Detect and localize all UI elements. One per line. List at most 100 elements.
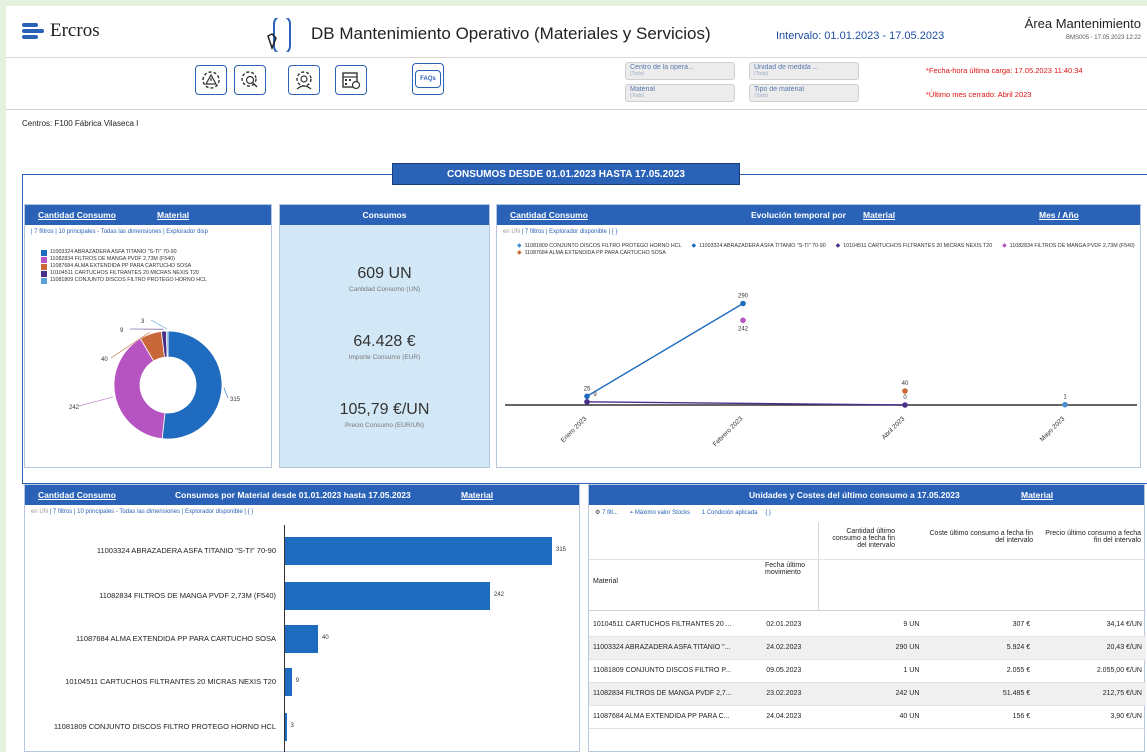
donut-leader-line xyxy=(150,319,168,330)
legend-marker: ◆ xyxy=(517,243,522,249)
bar-category-label: 10104511 CARTUCHOS FILTRANTES 20 MICRAS … xyxy=(65,677,276,686)
settings-alert-button[interactable] xyxy=(195,65,227,95)
donut-data-label: 9 xyxy=(120,328,124,334)
cell-price: 34,14 €/UN xyxy=(1034,613,1146,637)
kpi-quantity: 609 UN Cantidad Consumo (UN) xyxy=(280,265,489,293)
calendar-gear-button[interactable] xyxy=(335,65,367,95)
bar[interactable] xyxy=(284,582,490,610)
measure-link[interactable]: Cantidad Consumo xyxy=(38,210,116,220)
donut-leader-line xyxy=(223,387,229,399)
legend-item[interactable]: ◆ 10104511 CARTUCHOS FILTRANTES 20 MICRAS… xyxy=(836,243,992,250)
legend-swatch xyxy=(41,270,47,277)
table-card: Unidades y Costes del último consumo a 1… xyxy=(588,484,1146,752)
bar[interactable] xyxy=(284,625,319,653)
legend-item[interactable]: 11081809 CONJUNTO DISCOS FILTRO PROTEGO … xyxy=(41,277,207,284)
header-bar: Ercros DB Mantenimiento Operativo (Mater… xyxy=(6,6,1147,58)
logo-text: Ercros xyxy=(50,20,100,41)
x-tick-label: Abril 2023 xyxy=(881,415,907,441)
col-material[interactable]: Material xyxy=(593,578,618,585)
table-row[interactable]: 11003324 ABRAZADERA ASFA TITANIO "... 24.… xyxy=(589,636,1146,660)
legend-item[interactable]: ◆ 11081809 CONJUNTO DISCOS FILTRO PROTEGO… xyxy=(517,243,682,250)
legend-item[interactable]: 11003324 ABRAZADERA ASFA TITANIO "S-TI" … xyxy=(41,249,207,256)
cell-date: 24.04.2023 xyxy=(762,705,821,729)
settings-search-icon xyxy=(241,71,258,88)
card-header: Cantidad Consumo Evolución temporal por … xyxy=(497,205,1140,225)
gear-icon[interactable]: ⚙ xyxy=(595,510,600,516)
braces-link[interactable]: { } xyxy=(765,510,771,516)
kpi-value: 609 UN xyxy=(357,265,412,282)
data-label: 0 xyxy=(903,395,907,401)
legend-label: 11087684 ALMA EXTENDIDA PP PARA CARTUCHO… xyxy=(50,263,192,269)
centers-label: Centros: F100 Fábrica Vilaseca I xyxy=(22,119,139,128)
table-row[interactable]: 11081809 CONJUNTO DISCOS FILTRO P... 09.0… xyxy=(589,659,1146,683)
filter-unidad[interactable]: Unidad de medida ... (Todo) xyxy=(749,62,859,80)
filter-tipo-material[interactable]: Tipo de material (Todo) xyxy=(749,84,859,102)
filter-value: (Todo) xyxy=(630,93,645,99)
kpi-value: 64.428 € xyxy=(353,333,416,350)
legend-item[interactable]: 10104511 CARTUCHOS FILTRANTES 20 MICRAS … xyxy=(41,270,207,277)
bar-category-label: 11081809 CONJUNTO DISCOS FILTRO PROTEGO … xyxy=(53,722,276,731)
table-row[interactable]: 11087684 ALMA EXTENDIDA PP PARA C... 24.0… xyxy=(589,705,1146,729)
dimension-link[interactable]: Material xyxy=(1021,490,1053,500)
bar-subbar-links[interactable]: | 7 filtros | 10 principales - Todas las… xyxy=(50,509,254,515)
data-point xyxy=(740,317,746,324)
bar[interactable] xyxy=(284,537,552,565)
measure-link[interactable]: Cantidad Consumo xyxy=(510,210,588,220)
cell-cost: 156 € xyxy=(923,705,1035,729)
line-subbar: en UN | 7 filtros | Explorador disponibl… xyxy=(497,225,1140,241)
dimension-link[interactable]: Material xyxy=(863,210,895,220)
filter-centro[interactable]: Centro de la opera... (Todo) xyxy=(625,62,735,80)
bar-subbar: en UN | 7 filtros | 10 principales - Tod… xyxy=(25,505,579,521)
donut-subbar[interactable]: | 7 filtros | 10 principales - Todas las… xyxy=(25,225,271,241)
dimension-link[interactable]: Material xyxy=(157,210,189,220)
col-date[interactable]: Fecha último movimiento xyxy=(765,562,819,576)
data-point xyxy=(584,393,590,400)
settings-search-button[interactable] xyxy=(234,65,266,95)
time-link[interactable]: Mes / Año xyxy=(1039,210,1079,220)
dimension-link[interactable]: Material xyxy=(461,490,493,500)
calendar-gear-icon xyxy=(342,72,361,90)
last-load-note: *Fecha-hora última carga: 17.05.2023 11:… xyxy=(926,66,1083,75)
donut-data-label: 242 xyxy=(69,405,80,411)
data-point xyxy=(1062,401,1068,408)
x-tick-label: Mayo 2023 xyxy=(1039,415,1067,443)
last-month-note: *Último mes cerrado: Abril 2023 xyxy=(926,90,1032,99)
donut-chart: 315 242 40 9 3 xyxy=(69,319,241,440)
time-gear-button[interactable] xyxy=(288,65,320,95)
col-qty[interactable]: Cantidad último consumo a fecha fin del … xyxy=(823,528,895,549)
max-stock-link[interactable]: Máximo valor Stocks xyxy=(635,510,690,516)
ercros-logo-mark xyxy=(22,20,44,42)
bar[interactable] xyxy=(284,668,292,696)
faq-button[interactable]: FAQs xyxy=(412,63,444,95)
legend-item[interactable]: ◆ 11087684 ALMA EXTENDIDA PP PARA CARTUCH… xyxy=(517,250,666,257)
legend-item[interactable]: 11087684 ALMA EXTENDIDA PP PARA CARTUCHO… xyxy=(41,263,207,270)
line-subbar-links[interactable]: | 7 filtros | Explorador disponible | { … xyxy=(522,229,618,235)
condition-link[interactable]: 1 Condición aplicada xyxy=(702,510,758,516)
cell-cost: 2.055 € xyxy=(923,659,1035,683)
filter-material[interactable]: Material (Todo) xyxy=(625,84,735,102)
legend-marker: ◆ xyxy=(517,250,522,256)
col-cost[interactable]: Coste último consumo a fecha fin del int… xyxy=(927,530,1034,544)
table-row[interactable]: 10104511 CARTUCHOS FILTRANTES 20 ... 02.0… xyxy=(589,613,1146,637)
legend-marker: ◆ xyxy=(835,243,841,249)
bar-category-label: 11003324 ABRAZADERA ASFA TITANIO "S-TI" … xyxy=(96,546,276,555)
bar-value-label: 315 xyxy=(556,547,567,553)
bar-value-label: 40 xyxy=(322,635,329,641)
bar-category-label: 11082834 FILTROS DE MANGA PVDF 2,73M (F5… xyxy=(99,591,276,600)
legend-item[interactable]: ◆ 11003324 ABRAZADERA ASFA TITANIO "S-TI"… xyxy=(692,243,826,250)
legend-item[interactable]: 11082834 FILTROS DE MANGA PVDF 2,73M (F5… xyxy=(41,256,207,263)
legend-swatch xyxy=(41,256,47,263)
line-legend: ◆ 11081809 CONJUNTO DISCOS FILTRO PROTEGO… xyxy=(517,243,1137,257)
donut-data-label: 40 xyxy=(101,357,108,363)
data-point xyxy=(902,402,908,408)
cell-qty: 242 UN xyxy=(820,682,924,706)
col-price[interactable]: Precio último consumo a fecha fin del in… xyxy=(1037,530,1141,544)
filters-link[interactable]: 7 filt... xyxy=(602,510,618,516)
kpi-label: Precio Consumo (EUR/UN) xyxy=(344,422,425,429)
table-row[interactable]: 11082834 FILTROS DE MANGA PVDF 2,7... 23.… xyxy=(589,682,1146,706)
measure-link[interactable]: Cantidad Consumo xyxy=(38,490,116,500)
area-subtitle: BMS005 ⋅ 17.05.2023 12:22 xyxy=(1066,35,1141,41)
legend-item[interactable]: ◆ 11082834 FILTROS DE MANGA PVDF 2,73M (F… xyxy=(1002,243,1135,250)
x-tick-label: Enero 2023 xyxy=(560,415,589,444)
bar-value-label: 3 xyxy=(290,723,294,729)
